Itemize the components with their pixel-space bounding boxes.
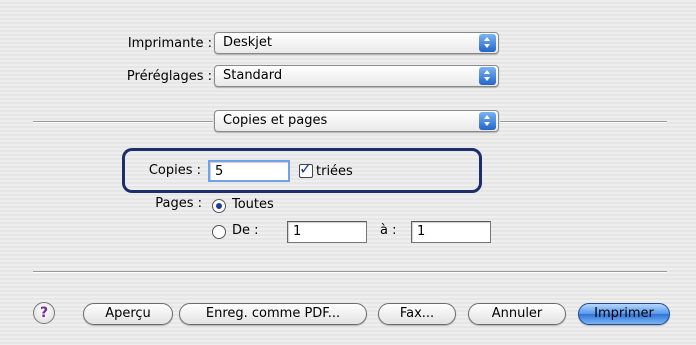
collate-label: triées xyxy=(316,164,353,179)
printer-popup[interactable]: Deskjet xyxy=(214,32,499,54)
separator-bottom xyxy=(33,271,667,272)
copies-field[interactable]: 5 xyxy=(208,160,290,182)
preview-button[interactable]: Aperçu xyxy=(83,303,173,325)
pages-range-radio[interactable] xyxy=(212,225,226,239)
panel-value: Copies et pages xyxy=(223,113,328,128)
pages-to-value: 1 xyxy=(417,224,426,239)
pages-range-label: De : xyxy=(232,223,259,238)
cancel-button[interactable]: Annuler xyxy=(468,303,566,325)
separator-right xyxy=(500,121,667,122)
popup-arrows-icon xyxy=(479,112,496,130)
collate-checkbox[interactable]: ✓ xyxy=(299,159,313,178)
print-dialog: Imprimante : Deskjet Préréglages : Stand… xyxy=(0,0,696,345)
pages-all-radio[interactable] xyxy=(212,199,226,213)
printer-label: Imprimante : xyxy=(127,36,212,51)
popup-arrows-icon xyxy=(479,34,496,52)
pages-to-label: à : xyxy=(380,223,397,238)
pages-all-label: Toutes xyxy=(232,197,274,212)
save-pdf-button[interactable]: Enreg. comme PDF... xyxy=(179,303,367,325)
separator-left xyxy=(33,121,213,122)
popup-arrows-icon xyxy=(479,67,496,85)
printer-value: Deskjet xyxy=(223,35,273,50)
pages-to-field[interactable]: 1 xyxy=(411,221,491,243)
fax-button[interactable]: Fax... xyxy=(378,303,456,325)
presets-label: Préréglages : xyxy=(126,69,212,84)
print-button[interactable]: Imprimer xyxy=(578,303,670,325)
copies-value: 5 xyxy=(215,164,224,179)
pages-from-value: 1 xyxy=(293,224,302,239)
copies-label: Copies : xyxy=(148,163,201,178)
panel-popup[interactable]: Copies et pages xyxy=(214,110,499,132)
checkmark-icon: ✓ xyxy=(299,159,313,178)
help-button[interactable]: ? xyxy=(33,302,55,324)
pages-label: Pages : xyxy=(155,196,202,211)
presets-popup[interactable]: Standard xyxy=(214,65,499,87)
presets-value: Standard xyxy=(223,68,283,83)
pages-from-field[interactable]: 1 xyxy=(287,221,367,243)
